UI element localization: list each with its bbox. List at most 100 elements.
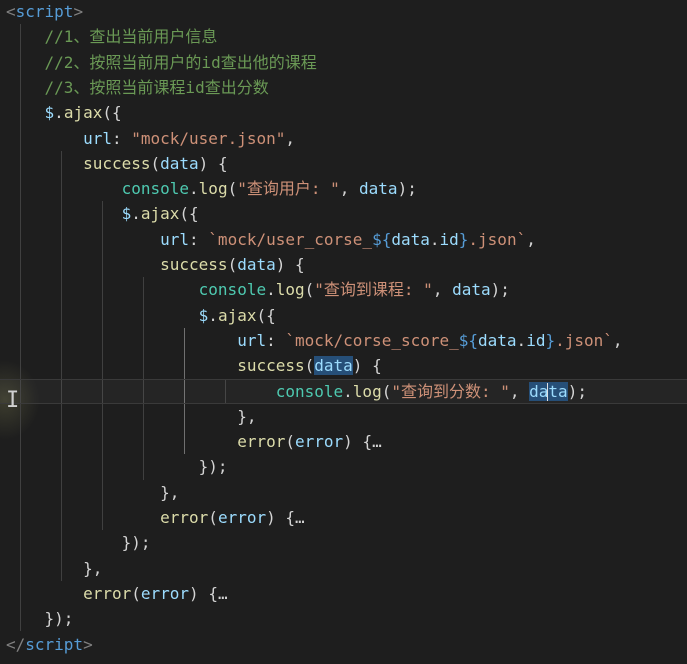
code-token: ( <box>304 356 315 376</box>
code-token: //1、查出当前用户信息 <box>6 27 218 47</box>
code-line[interactable]: success(data) { <box>6 353 382 378</box>
code-token: error <box>83 583 132 603</box>
code-token: script <box>25 634 84 654</box>
code-token: , <box>612 330 623 350</box>
code-line[interactable]: $.ajax({ <box>6 100 122 125</box>
code-token: , <box>509 381 530 401</box>
code-token: ({ <box>179 204 199 224</box>
code-token: , <box>339 179 360 199</box>
code-line[interactable]: //2、按照当前用户的id查出他的课程 <box>6 50 317 75</box>
code-token: . <box>266 280 276 300</box>
code-token: log <box>275 280 305 300</box>
code-line[interactable]: }); <box>6 530 151 555</box>
code-token: . <box>54 103 64 123</box>
code-token: url <box>237 330 267 350</box>
code-token: //2、按照当前用户的id查出他的课程 <box>6 52 317 72</box>
code-line[interactable]: console.log("查询用户: ", data); <box>6 176 417 201</box>
code-token: error <box>217 508 267 527</box>
code-token: . <box>131 204 141 224</box>
code-token: "查询到分数: " <box>391 381 510 401</box>
code-line[interactable]: error(error) {… <box>6 581 228 606</box>
code-line[interactable]: error(error) {… <box>6 429 382 454</box>
code-line[interactable]: error(error) {… <box>6 505 305 530</box>
code-token: , <box>432 280 453 300</box>
code-token: log <box>352 381 382 401</box>
code-token: ( <box>285 432 295 452</box>
code-token: data <box>314 356 353 376</box>
code-line[interactable]: console.log("查询到课程: ", data); <box>6 277 510 302</box>
code-token: }, <box>6 558 103 578</box>
code-token: ({ <box>102 103 122 123</box>
code-token: … <box>295 508 305 527</box>
code-token: ); <box>490 280 510 300</box>
code-token: ) { <box>343 432 373 452</box>
code-line[interactable]: success(data) { <box>6 252 305 277</box>
code-token: url <box>160 229 190 249</box>
code-token: } <box>458 229 469 249</box>
code-token: ) { <box>189 583 218 603</box>
code-token: }, <box>6 482 180 502</box>
code-line[interactable]: //3、按照当前课程id查出分数 <box>6 75 269 100</box>
code-token: $ <box>121 204 132 224</box>
code-token: ( <box>208 508 218 527</box>
code-token: . <box>208 305 218 325</box>
code-token: .json` <box>468 229 527 249</box>
code-token: </ <box>6 634 26 654</box>
code-token: ( <box>131 583 141 603</box>
code-line[interactable]: }, <box>6 404 256 429</box>
code-token: error <box>140 583 190 603</box>
code-token: ( <box>304 280 315 300</box>
code-line[interactable]: $.ajax({ <box>6 303 276 328</box>
code-token: }); <box>6 457 228 477</box>
text-ibeam-icon: I <box>6 388 20 413</box>
code-line[interactable]: url: `mock/corse_score_${data.id}.json`, <box>6 328 623 353</box>
code-line[interactable]: <script> <box>6 0 83 24</box>
code-token: > <box>83 634 93 654</box>
code-token: error <box>295 432 344 452</box>
code-line[interactable]: success(data) { <box>6 151 228 176</box>
code-token: ) { <box>275 255 305 274</box>
code-line[interactable]: //1、查出当前用户信息 <box>6 24 218 49</box>
code-token: ( <box>227 179 238 199</box>
code-line[interactable]: </script> <box>6 632 93 657</box>
code-token: } <box>545 330 556 350</box>
code-token: success <box>83 153 151 173</box>
code-token: .json` <box>555 330 613 350</box>
code-token: }, <box>6 406 257 426</box>
code-token: , <box>285 128 295 148</box>
code-token: ajax <box>140 204 180 224</box>
code-token: }); <box>6 533 151 553</box>
code-token: ( <box>150 153 161 173</box>
code-token: error <box>160 508 209 527</box>
code-token: script <box>15 2 74 21</box>
code-line[interactable]: }); <box>6 454 228 479</box>
code-token: ({ <box>256 305 276 325</box>
code-token: "查询到课程: " <box>314 280 433 300</box>
code-token: data <box>452 280 491 300</box>
code-token: console <box>198 280 267 300</box>
code-token: error <box>237 432 286 452</box>
code-editor[interactable]: <script> //1、查出当前用户信息 //2、按照当前用户的id查出他的课… <box>0 0 687 664</box>
code-line[interactable]: url: `mock/user_corse_${data.id}.json`, <box>6 227 536 252</box>
code-token: ); <box>567 381 587 401</box>
code-token: ajax <box>63 103 103 123</box>
code-token: : <box>189 229 209 249</box>
code-token: "mock/user.json" <box>131 128 286 148</box>
code-line[interactable]: }, <box>6 556 102 581</box>
code-line[interactable]: }, <box>6 480 179 505</box>
code-line[interactable]: url: "mock/user.json", <box>6 126 295 151</box>
code-token: ${ <box>458 330 479 350</box>
code-token: $ <box>198 305 209 325</box>
code-line-current[interactable]: console.log("查询到分数: ", data); <box>0 378 687 404</box>
code-line[interactable]: }); <box>6 606 74 631</box>
code-line[interactable]: $.ajax({ <box>6 201 199 226</box>
code-token: ( <box>227 255 238 274</box>
code-token: log <box>198 179 228 199</box>
code-token: data <box>359 179 398 199</box>
